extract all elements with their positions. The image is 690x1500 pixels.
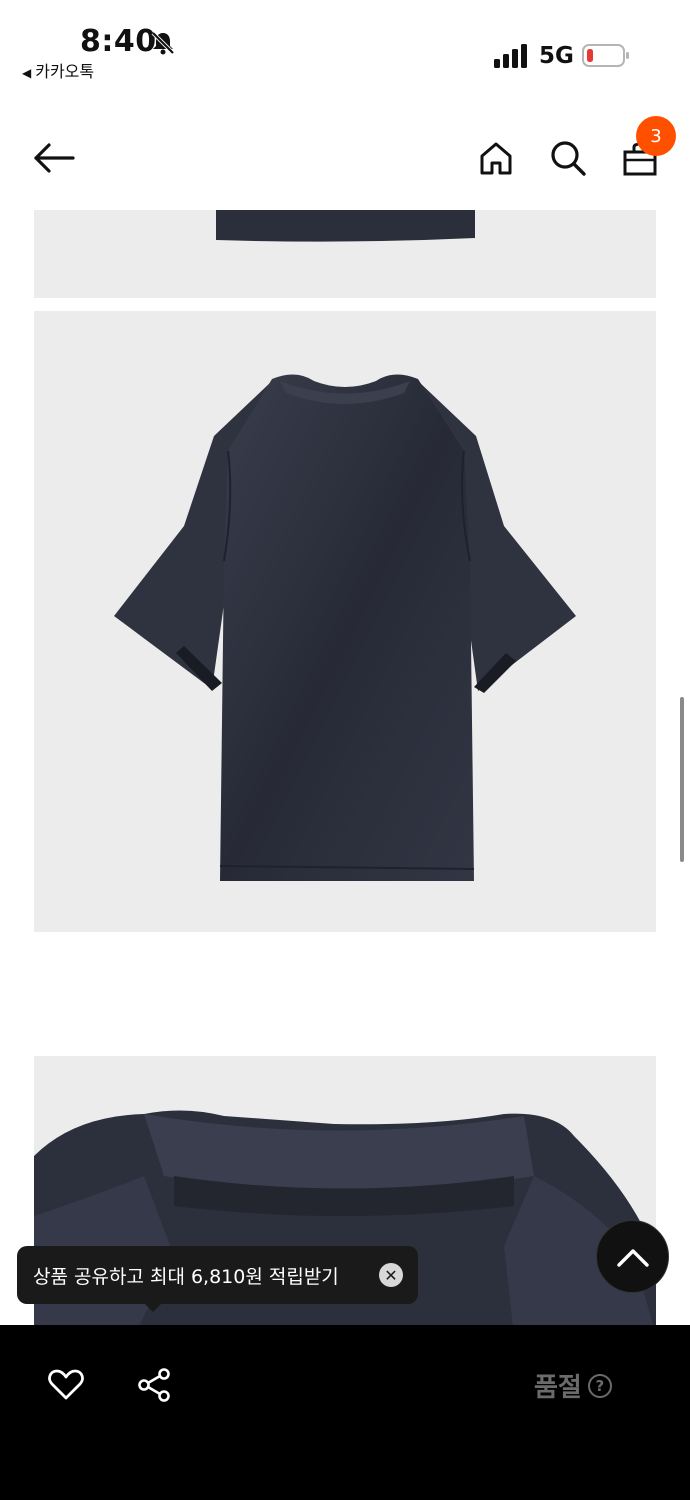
top-navigation xyxy=(0,90,690,210)
back-button[interactable] xyxy=(26,130,82,186)
toast-message: 상품 공유하고 최대 6,810원 적립받기 xyxy=(33,1265,339,1288)
share-icon xyxy=(138,1368,170,1402)
close-icon[interactable]: ✕ xyxy=(379,1263,403,1287)
product-image-2 xyxy=(34,311,656,932)
status-time: 8:40 xyxy=(80,24,157,59)
home-button[interactable] xyxy=(468,130,524,186)
back-to-app-link[interactable]: ◀ 카카오톡 xyxy=(22,58,94,82)
scroll-to-top-button[interactable] xyxy=(596,1220,669,1293)
toast-pointer xyxy=(143,1302,163,1312)
shirt-back-view-image xyxy=(114,374,576,881)
bottom-action-bar: 품절 ? xyxy=(0,1325,690,1500)
back-app-label: 카카오톡 xyxy=(35,62,95,81)
status-bar: 8:40 ◀ 카카오톡 5G xyxy=(0,0,690,90)
back-triangle-icon: ◀ xyxy=(22,66,32,80)
battery-icon xyxy=(582,44,629,67)
bell-off-icon xyxy=(151,31,175,55)
arrow-left-icon xyxy=(34,143,75,173)
home-icon xyxy=(480,142,512,175)
cellular-signal-icon xyxy=(494,44,527,68)
network-type: 5G xyxy=(539,43,574,69)
chevron-up-icon xyxy=(616,1248,649,1267)
cart-count-badge: 3 xyxy=(636,116,676,156)
wishlist-button[interactable] xyxy=(44,1363,88,1407)
heart-icon xyxy=(48,1369,84,1400)
help-icon[interactable]: ? xyxy=(587,1373,612,1398)
search-icon xyxy=(551,141,586,176)
product-image-1 xyxy=(34,210,656,298)
share-reward-toast[interactable]: 상품 공유하고 최대 6,810원 적립받기 ✕ xyxy=(17,1246,418,1304)
search-button[interactable] xyxy=(540,130,596,186)
soldout-label: 품절 xyxy=(534,1373,582,1403)
scroll-indicator[interactable] xyxy=(680,697,684,862)
soldout-status: 품절 ? xyxy=(534,1367,612,1404)
shirt-hem-image xyxy=(216,210,475,242)
share-button[interactable] xyxy=(132,1363,176,1407)
